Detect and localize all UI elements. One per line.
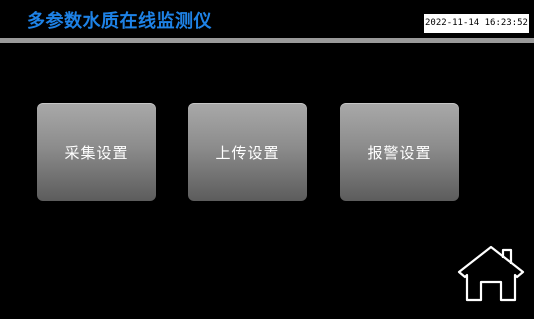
home-icon — [457, 245, 525, 302]
alarm-settings-label: 报警设置 — [367, 143, 432, 162]
collect-settings-button[interactable]: 采集设置 — [37, 103, 156, 201]
datetime-display: 2022-11-14 16:23:52 — [424, 14, 529, 33]
alarm-settings-button[interactable]: 报警设置 — [340, 103, 459, 201]
app-title: 多参数水质在线监测仪 — [27, 11, 212, 32]
upload-settings-label: 上传设置 — [215, 143, 280, 162]
upload-settings-button[interactable]: 上传设置 — [188, 103, 307, 201]
home-button[interactable] — [455, 244, 527, 304]
collect-settings-label: 采集设置 — [64, 143, 129, 162]
main-screen: 多参数水质在线监测仪 2022-11-14 16:23:52 采集设置 上传设置… — [0, 0, 534, 319]
header-divider — [0, 38, 534, 43]
